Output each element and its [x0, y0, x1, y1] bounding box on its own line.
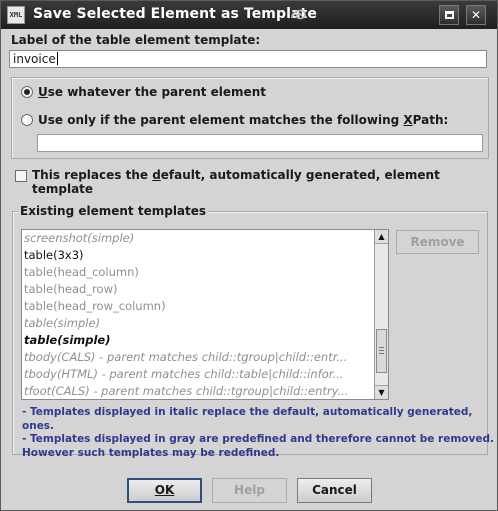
- checkbox-mnemonic: d: [152, 168, 161, 182]
- radio-any-parent-label[interactable]: Use whatever the parent element: [38, 85, 266, 99]
- radio1-text-post: se whatever the parent element: [47, 85, 266, 99]
- close-icon: ✕: [470, 8, 482, 22]
- grip-line: [379, 350, 384, 351]
- list-scrollbar[interactable]: ▲ ▼: [374, 230, 388, 399]
- note-redefined: However such templates may be redefined.: [22, 446, 280, 459]
- help-button-label: Help: [234, 483, 265, 497]
- dialog-window: XML Save Selected Element as Template ✕ …: [0, 0, 498, 511]
- close-button[interactable]: ✕: [466, 5, 486, 25]
- radio2-text-pre: Use only if the parent element matches t…: [38, 113, 404, 127]
- window-title: Save Selected Element as Template: [33, 6, 317, 22]
- templates-notes: - Templates displayed in italic replace …: [22, 406, 497, 460]
- maximize-button[interactable]: [439, 5, 459, 25]
- replace-default-label[interactable]: This replaces the default, automatically…: [32, 168, 497, 196]
- templates-list[interactable]: screenshot(simple) table(3x3) table(head…: [21, 229, 389, 400]
- list-item[interactable]: tbody(HTML) - parent matches child::tabl…: [24, 366, 370, 383]
- list-item[interactable]: tbody(CALS) - parent matches child::tgro…: [24, 349, 370, 366]
- ok-button[interactable]: OK: [127, 478, 202, 503]
- cancel-button-label: Cancel: [312, 483, 357, 497]
- template-label-caption: Label of the table element template:: [11, 33, 261, 47]
- radio2-mnemonic: X: [403, 113, 413, 127]
- note-italic: - Templates displayed in italic replace …: [22, 406, 473, 432]
- note-gray: - Templates displayed in gray are predef…: [22, 433, 494, 445]
- remove-button[interactable]: Remove: [396, 230, 479, 254]
- cancel-button[interactable]: Cancel: [297, 478, 372, 503]
- remove-button-label: Remove: [410, 235, 465, 249]
- xml-app-icon: XML: [7, 6, 25, 24]
- list-item[interactable]: table(simple): [24, 332, 370, 349]
- radio-any-parent[interactable]: [21, 86, 33, 98]
- ok-button-label: OK: [154, 483, 175, 497]
- scrollbar-thumb[interactable]: [376, 329, 387, 373]
- list-item[interactable]: table(3x3): [24, 247, 370, 264]
- radio2-text-post: Path:: [412, 113, 449, 127]
- list-item[interactable]: table(head_row): [24, 281, 370, 298]
- existing-templates-legend: Existing element templates: [18, 204, 209, 218]
- text-caret: [56, 52, 58, 65]
- list-item[interactable]: screenshot(simple): [24, 230, 370, 247]
- radio-xpath-parent[interactable]: [21, 114, 33, 126]
- checkbox-text-pre: This replaces the: [32, 168, 153, 182]
- radio-xpath-parent-label[interactable]: Use only if the parent element matches t…: [38, 113, 448, 127]
- list-item[interactable]: table(head_row_column): [24, 298, 370, 315]
- title-bar[interactable]: XML Save Selected Element as Template ✕: [1, 1, 497, 29]
- grip-line: [379, 347, 384, 348]
- help-button[interactable]: Help: [212, 478, 287, 503]
- replace-default-checkbox[interactable]: [15, 170, 27, 182]
- template-label-input[interactable]: invoice: [9, 50, 487, 68]
- radio1-mnemonic: U: [38, 85, 48, 99]
- swirl-icon: [291, 9, 306, 20]
- scroll-down-arrow-icon[interactable]: ▼: [375, 385, 388, 399]
- list-item[interactable]: table(head_column): [24, 264, 370, 281]
- template-label-value: invoice: [13, 52, 56, 66]
- list-item[interactable]: table(simple): [24, 315, 370, 332]
- xpath-input[interactable]: [37, 134, 483, 152]
- maximize-icon: [444, 11, 454, 19]
- scroll-up-arrow-icon[interactable]: ▲: [375, 230, 388, 244]
- grip-line: [379, 353, 384, 354]
- list-item[interactable]: tfoot(CALS) - parent matches child::tgro…: [24, 383, 370, 399]
